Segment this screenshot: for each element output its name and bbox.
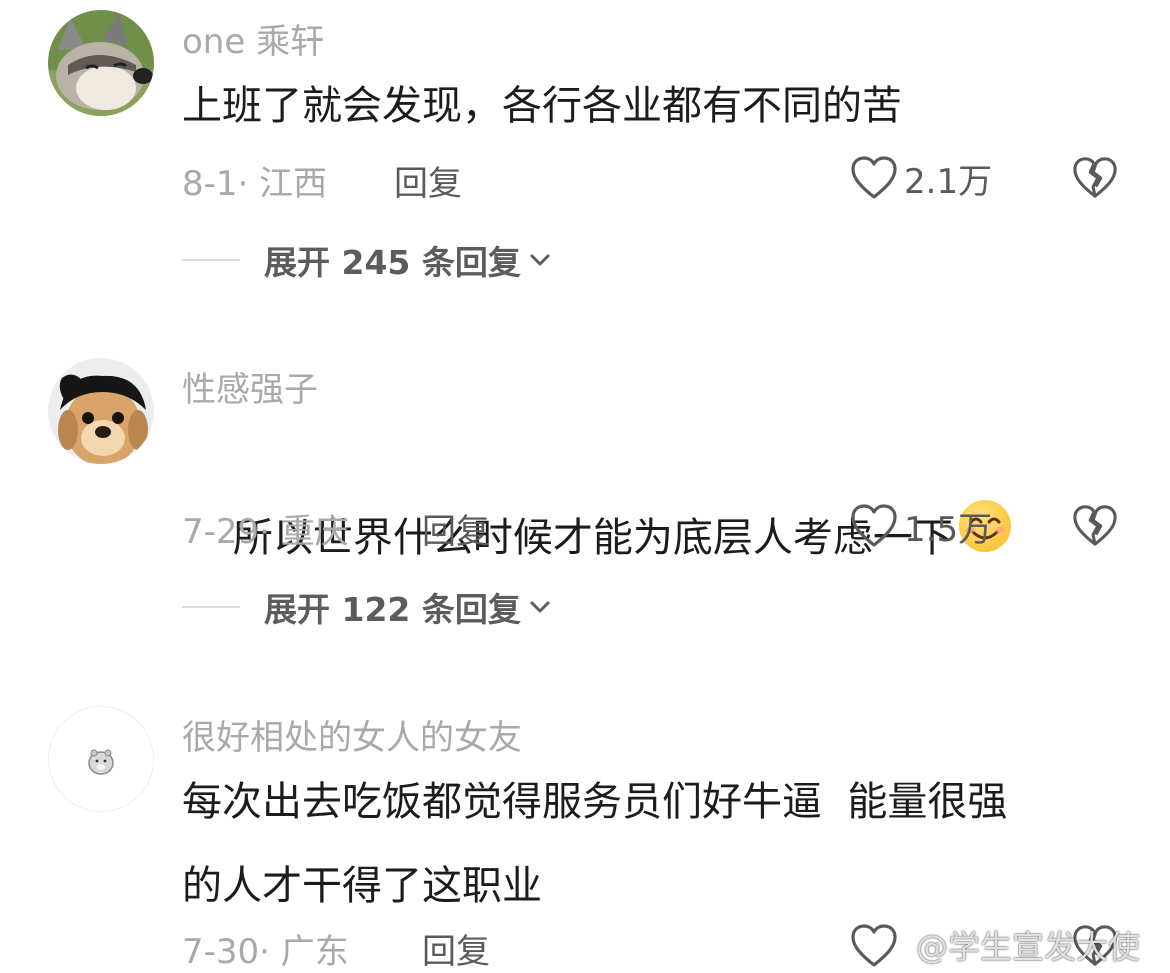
comment-date-location: 7-29· 重庆 (182, 512, 349, 552)
like-button[interactable]: 1.5万 (850, 501, 992, 551)
expand-replies-label: 展开 122 条回复 (264, 590, 521, 629)
comment-date-location: 7-30· 广东 (182, 932, 349, 972)
heart-icon (851, 924, 897, 967)
username[interactable]: one 乘轩 (182, 14, 324, 63)
broken-heart-icon[interactable] (1072, 155, 1118, 201)
watermark: @学生宣发大使 (916, 928, 1141, 966)
reply-button[interactable]: 回复 (422, 924, 490, 973)
broken-heart-icon[interactable] (1072, 503, 1118, 549)
username[interactable]: 性感强子 (182, 362, 318, 411)
avatar[interactable] (48, 10, 154, 116)
expand-replies-label: 展开 245 条回复 (264, 243, 521, 282)
husky-dog-avatar-icon (48, 10, 154, 116)
divider-line (182, 259, 240, 261)
like-button[interactable] (850, 921, 904, 971)
hamster-avatar-icon (49, 707, 153, 811)
like-count: 1.5万 (904, 509, 993, 550)
like-button[interactable]: 2.1万 (850, 153, 992, 203)
divider-line (182, 606, 240, 608)
reply-button[interactable]: 回复 (394, 156, 462, 205)
avatar[interactable] (48, 358, 154, 464)
heart-icon (851, 156, 897, 199)
expand-replies-button[interactable]: 展开 245 条回复 (182, 235, 551, 285)
avatar[interactable] (48, 706, 154, 812)
comment-text: 每次出去吃饭都觉得服务员们好牛逼 能量很强 的人才干得了这职业 (182, 779, 1008, 909)
chevron-down-icon (530, 601, 550, 613)
username[interactable]: 很好相处的女人的女友 (182, 710, 522, 759)
heart-icon (851, 504, 897, 547)
chevron-down-icon (530, 254, 550, 266)
comment-text: 上班了就会发现，各行各业都有不同的苦 (182, 83, 902, 129)
reply-button[interactable]: 回复 (422, 504, 490, 553)
puppy-with-hair-avatar-icon (48, 358, 154, 464)
comment-date-location: 8-1· 江西 (182, 164, 328, 204)
like-count: 2.1万 (904, 161, 993, 202)
expand-replies-button[interactable]: 展开 122 条回复 (182, 582, 551, 632)
